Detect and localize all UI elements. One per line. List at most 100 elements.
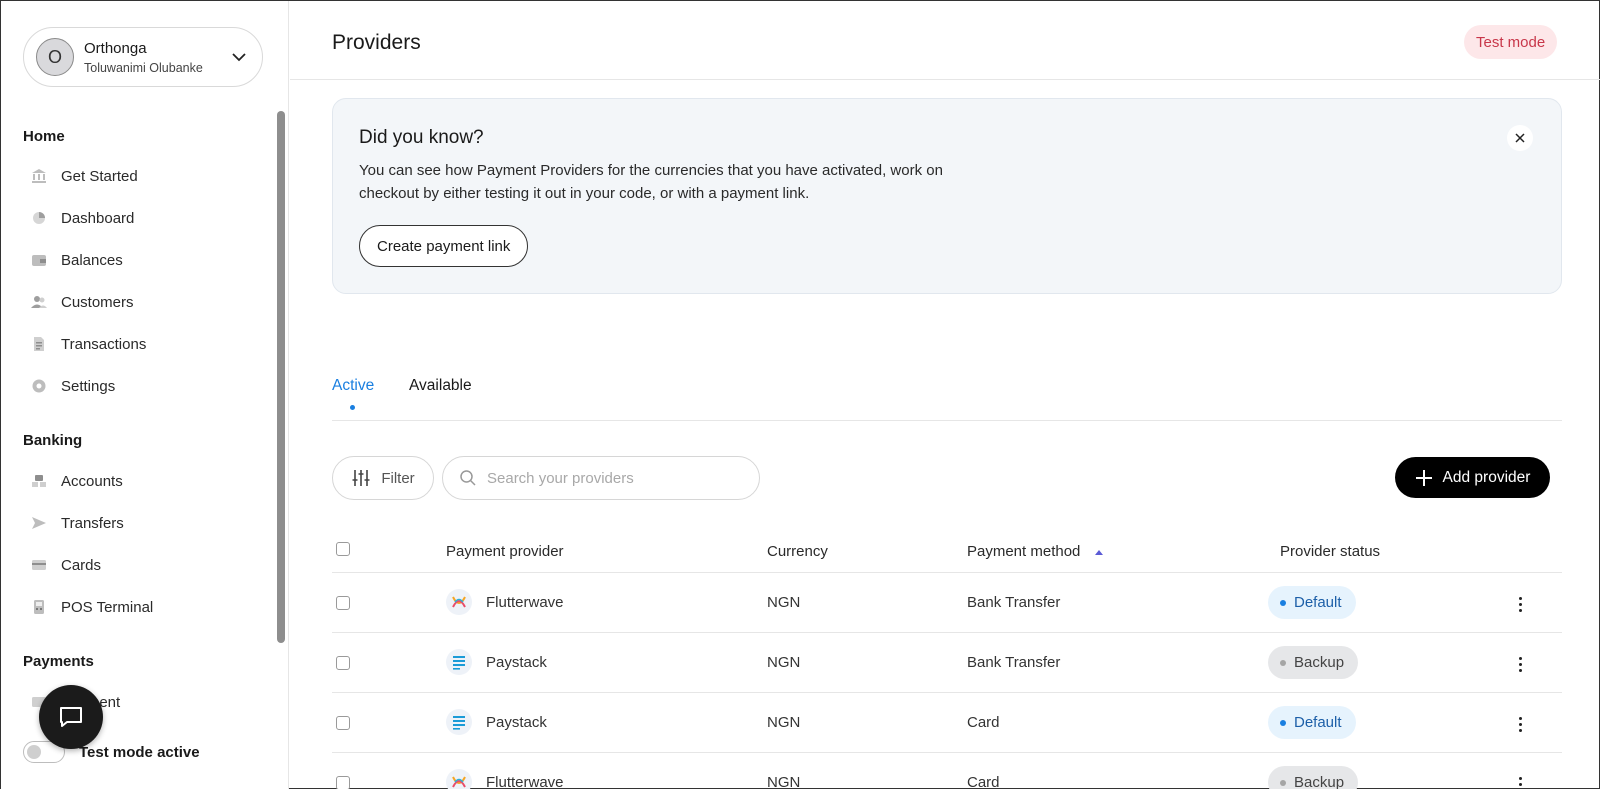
method-cell: Card [967, 714, 1000, 731]
sidebar-item-label: POS Terminal [61, 598, 154, 616]
sidebar-item-dashboard[interactable]: Dashboard [31, 203, 134, 233]
sidebar-scrollbar[interactable] [277, 111, 285, 711]
provider-name: Flutterwave [486, 593, 564, 611]
sliders-icon [352, 470, 370, 486]
create-payment-link-button[interactable]: Create payment link [359, 225, 529, 267]
table-row[interactable]: Paystack NGN Card Default [332, 693, 1562, 753]
status-label: Default [1294, 594, 1342, 611]
sidebar-nav: Home Get Started Dashboard Balances Cust… [1, 111, 273, 711]
column-header-status[interactable]: Provider status [1280, 543, 1380, 560]
sidebar-item-pos-terminal[interactable]: POS Terminal [31, 592, 153, 622]
page-header: Providers Test mode [290, 1, 1600, 80]
section-title-banking: Banking [23, 432, 83, 449]
sidebar-item-label: Customers [61, 293, 134, 311]
provider-cell: Flutterwave [446, 769, 564, 789]
org-switcher[interactable]: O Orthonga Toluwanimi Olubanke [23, 27, 263, 87]
table-row[interactable]: Paystack NGN Bank Transfer Backup [332, 633, 1562, 693]
sidebar-item-transfers[interactable]: Transfers [31, 508, 124, 538]
column-header-currency[interactable]: Currency [767, 543, 828, 560]
kebab-dot [1518, 596, 1522, 600]
sidebar-item-balances[interactable]: Balances [31, 245, 123, 275]
filter-label: Filter [381, 469, 415, 487]
toggle-knob [27, 745, 41, 759]
section-title-payments: Payments [23, 653, 94, 670]
column-header-provider[interactable]: Payment provider [446, 543, 564, 560]
table-header: Payment provider Currency Payment method… [332, 529, 1562, 573]
provider-cell: Flutterwave [446, 589, 564, 615]
test-mode-badge[interactable]: Test mode [1464, 25, 1558, 59]
sidebar-item-transactions[interactable]: Transactions [31, 329, 146, 359]
status-label: Backup [1294, 654, 1345, 671]
test-mode-label: Test mode active [79, 743, 200, 761]
search-input[interactable] [487, 469, 737, 487]
row-actions-button[interactable] [1510, 593, 1530, 615]
row-checkbox[interactable] [336, 596, 350, 610]
table-row[interactable]: Flutterwave NGN Bank Transfer Default [332, 573, 1562, 633]
row-checkbox[interactable] [336, 716, 350, 730]
kebab-dot [1518, 602, 1522, 606]
bank-icon [32, 169, 46, 183]
main-content: Providers Test mode Did you know? You ca… [290, 1, 1600, 789]
kebab-dot [1518, 728, 1522, 732]
chat-support-button[interactable] [39, 685, 103, 749]
method-cell: Bank Transfer [967, 654, 1061, 671]
sidebar-item-get-started[interactable]: Get Started [31, 161, 138, 191]
users-icon [31, 296, 47, 308]
kebab-dot [1518, 662, 1522, 666]
sidebar-item-settings[interactable]: Settings [31, 371, 115, 401]
status-label: Default [1294, 714, 1342, 731]
sidebar-item-accounts[interactable]: Accounts [31, 466, 123, 496]
page-title: Providers [332, 31, 421, 54]
info-card-text: You can see how Payment Providers for th… [359, 162, 943, 202]
tab-active[interactable]: Active [332, 377, 374, 410]
gear-icon [32, 379, 46, 393]
provider-name: Flutterwave [486, 773, 564, 789]
scrollbar-thumb[interactable] [277, 111, 285, 643]
chevron-down-icon[interactable] [230, 48, 248, 66]
row-actions-button[interactable] [1510, 653, 1530, 675]
add-provider-label: Add provider [1442, 468, 1531, 486]
close-icon [1515, 133, 1525, 143]
avatar: O [36, 38, 74, 76]
kebab-dot [1518, 656, 1522, 660]
sidebar-item-label: Settings [61, 377, 116, 395]
send-icon [32, 517, 46, 529]
kebab-dot [1518, 722, 1522, 726]
row-actions-button[interactable] [1510, 713, 1530, 735]
info-card-title: Did you know? [359, 127, 484, 148]
pie-chart-icon [33, 212, 45, 224]
close-button[interactable] [1507, 125, 1533, 151]
row-checkbox[interactable] [336, 776, 350, 789]
column-header-method[interactable]: Payment method [967, 543, 1104, 560]
sidebar-item-label: Transactions [61, 335, 147, 353]
select-all-checkbox[interactable] [336, 542, 350, 556]
sidebar-item-label: Dashboard [61, 209, 135, 227]
paystack-logo-icon [446, 709, 472, 735]
search-box [442, 456, 760, 500]
accounts-icon [32, 475, 46, 487]
kebab-dot [1518, 782, 1522, 786]
plus-icon [1415, 469, 1432, 486]
row-actions-button[interactable] [1510, 773, 1530, 789]
pos-icon [34, 600, 44, 614]
sidebar-item-customers[interactable]: Customers [31, 287, 134, 317]
add-provider-button[interactable]: Add provider [1395, 457, 1550, 498]
chat-bubble-icon [60, 707, 82, 727]
kebab-dot [1518, 716, 1522, 720]
org-user: Toluwanimi Olubanke [84, 60, 203, 75]
did-you-know-card: Did you know? You can see how Payment Pr… [332, 98, 1562, 294]
row-checkbox[interactable] [336, 656, 350, 670]
sidebar-item-cards[interactable]: Cards [31, 550, 101, 580]
filter-button[interactable]: Filter [332, 456, 434, 500]
provider-cell: Paystack [446, 649, 547, 675]
table-row[interactable]: Flutterwave NGN Card Backup [332, 753, 1562, 789]
method-cell: Card [967, 774, 1000, 789]
tab-available[interactable]: Available [409, 377, 472, 395]
paystack-logo-icon [446, 649, 472, 675]
provider-tabs: Active Available [332, 371, 1562, 421]
column-header-label: Payment method [967, 543, 1081, 560]
currency-cell: NGN [767, 594, 801, 611]
org-text: Orthonga Toluwanimi Olubanke [84, 40, 203, 75]
provider-cell: Paystack [446, 709, 547, 735]
status-badge: Backup [1268, 646, 1359, 679]
